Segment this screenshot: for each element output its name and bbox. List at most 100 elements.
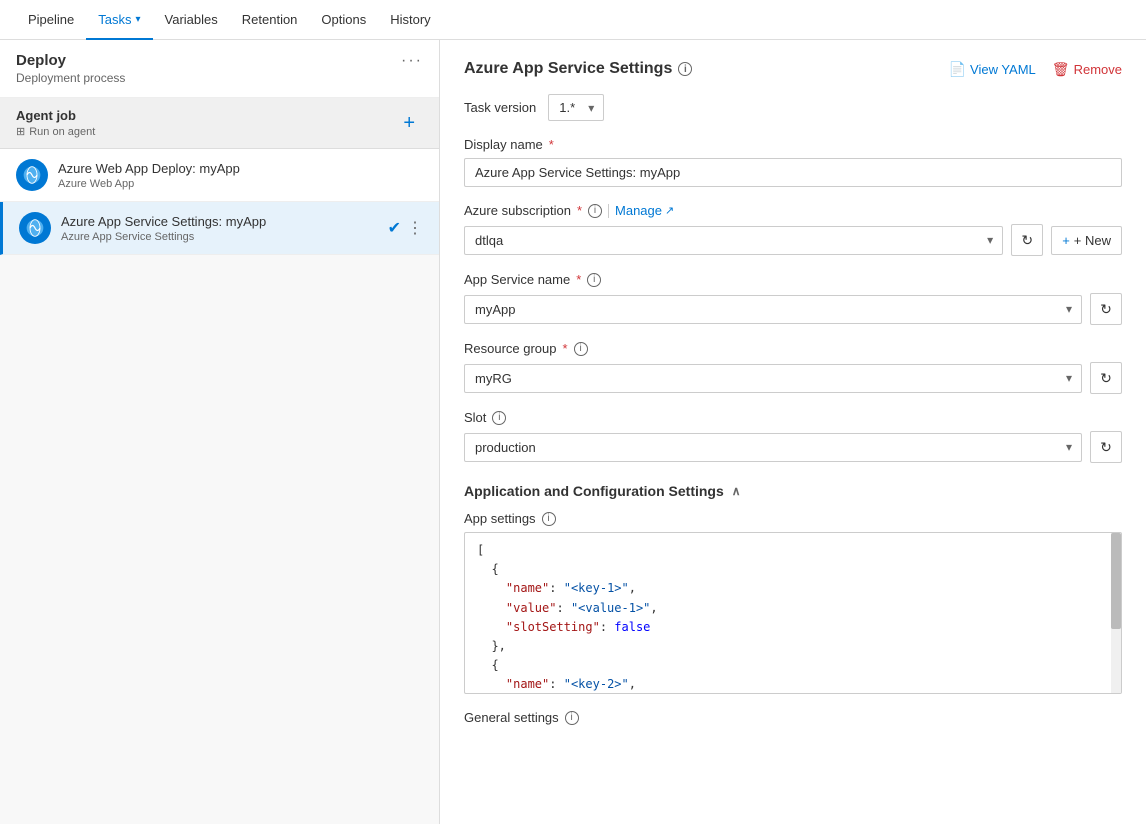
app-settings-info-icon[interactable]: i: [542, 512, 556, 526]
task2-title: Azure App Service Settings: myApp: [61, 214, 378, 229]
subscription-divider: [608, 204, 609, 218]
slot-select-wrapper: production ▾: [464, 433, 1082, 462]
code-editor-content: [ { "name": "<key-1>", "value": "<value-…: [465, 533, 1121, 693]
agent-job-title: Agent job: [16, 108, 95, 123]
task-item-app-service-settings[interactable]: Azure App Service Settings: myApp Azure …: [0, 202, 439, 255]
task-item-azure-web-app[interactable]: Azure Web App Deploy: myApp Azure Web Ap…: [0, 149, 439, 202]
app-service-info-icon[interactable]: i: [587, 273, 601, 287]
app-service-name-label: App Service name * i: [464, 272, 1122, 287]
subscription-refresh-button[interactable]: ↻: [1011, 224, 1043, 256]
app-settings-code-editor[interactable]: [ { "name": "<key-1>", "value": "<value-…: [464, 532, 1122, 694]
azure-settings-icon-svg: [25, 218, 45, 238]
deploy-header: Deploy Deployment process ···: [0, 40, 439, 98]
task2-menu-button[interactable]: ⋮: [407, 218, 423, 238]
deploy-subtitle: Deployment process: [16, 71, 125, 85]
code-editor-thumb[interactable]: [1111, 533, 1121, 629]
code-editor-scrollbar[interactable]: [1111, 533, 1121, 693]
app-service-select[interactable]: myApp: [464, 295, 1082, 324]
subscription-new-button[interactable]: + + New: [1051, 226, 1122, 255]
collapse-icon[interactable]: ∧: [732, 484, 741, 498]
general-settings-info-icon[interactable]: i: [565, 711, 579, 725]
task2-check-icon: ✔: [388, 218, 401, 238]
view-yaml-button[interactable]: 📄 View YAML: [949, 61, 1036, 78]
general-settings-label: General settings: [464, 710, 559, 725]
subscription-info-icon[interactable]: i: [588, 204, 602, 218]
slot-select[interactable]: production: [464, 433, 1082, 462]
app-service-settings-icon: [19, 212, 51, 244]
trash-icon: 🗑: [1052, 61, 1070, 78]
panel-actions: 📄 View YAML 🗑 Remove: [949, 61, 1122, 78]
app-service-required: *: [576, 272, 581, 287]
code-line-1: {: [477, 560, 1109, 579]
panel-header: Azure App Service Settings i 📄 View YAML…: [464, 60, 1122, 78]
azure-subscription-group: Azure subscription * i Manage ↗ dtlqa ▾: [464, 203, 1122, 256]
deploy-title: Deploy: [16, 52, 125, 69]
subscription-label-row: Azure subscription * i Manage ↗: [464, 203, 1122, 218]
tasks-dropdown-arrow: ▾: [136, 0, 141, 40]
task1-subtitle: Azure Web App: [58, 178, 423, 190]
panel-title: Azure App Service Settings i: [464, 60, 692, 78]
task-version-select-wrapper: 1.* ▾: [548, 94, 604, 121]
app-settings-label: App settings i: [464, 511, 1122, 526]
code-line-0: [: [477, 541, 1109, 560]
app-service-select-wrapper: myApp ▾: [464, 295, 1082, 324]
grid-icon: ⊞: [16, 125, 25, 138]
resource-group-select[interactable]: myRG: [464, 364, 1082, 393]
subscription-row: dtlqa ▾ ↻ + + New: [464, 224, 1122, 256]
resource-group-info-icon[interactable]: i: [574, 342, 588, 356]
task2-subtitle: Azure App Service Settings: [61, 231, 378, 243]
slot-refresh-button[interactable]: ↻: [1090, 431, 1122, 463]
display-name-group: Display name *: [464, 137, 1122, 187]
code-line-3: "value": "<value-1>",: [477, 599, 1109, 618]
task-version-row: Task version 1.* ▾: [464, 94, 1122, 121]
resource-group-refresh-button[interactable]: ↻: [1090, 362, 1122, 394]
app-settings-group: App settings i [ { "name": "<key-1>", "v…: [464, 511, 1122, 694]
task-version-label: Task version: [464, 100, 536, 115]
nav-options[interactable]: Options: [309, 0, 378, 40]
general-settings-row: General settings i: [464, 710, 1122, 725]
app-service-refresh-button[interactable]: ↻: [1090, 293, 1122, 325]
slot-label: Slot i: [464, 410, 1122, 425]
code-line-2: "name": "<key-1>",: [477, 579, 1109, 598]
slot-info-icon[interactable]: i: [492, 411, 506, 425]
remove-button[interactable]: 🗑 Remove: [1052, 61, 1122, 78]
display-name-input[interactable]: [464, 158, 1122, 187]
plus-icon: +: [1062, 233, 1070, 248]
resource-group-required: *: [563, 341, 568, 356]
left-panel: Deploy Deployment process ··· Agent job …: [0, 40, 440, 824]
agent-job-section: Agent job ⊞ Run on agent +: [0, 98, 439, 149]
yaml-icon: 📄: [949, 61, 966, 78]
display-name-label: Display name *: [464, 137, 1122, 152]
code-line-7: "name": "<key-2>",: [477, 675, 1109, 693]
external-link-icon: ↗: [665, 204, 674, 217]
panel-title-info-icon[interactable]: i: [678, 62, 692, 76]
display-name-required: *: [549, 137, 554, 152]
task1-title: Azure Web App Deploy: myApp: [58, 161, 423, 176]
manage-link[interactable]: Manage ↗: [615, 203, 674, 218]
nav-history[interactable]: History: [378, 0, 442, 40]
azure-web-app-icon: [16, 159, 48, 191]
subscription-required: *: [577, 203, 582, 218]
resource-group-row: myRG ▾ ↻: [464, 362, 1122, 394]
add-task-button[interactable]: +: [395, 110, 423, 137]
slot-group: Slot i production ▾ ↻: [464, 410, 1122, 463]
resource-group-select-wrapper: myRG ▾: [464, 364, 1082, 393]
code-line-6: {: [477, 656, 1109, 675]
app-service-name-group: App Service name * i myApp ▾ ↻: [464, 272, 1122, 325]
task-version-select[interactable]: 1.*: [548, 94, 604, 121]
deploy-menu-button[interactable]: ···: [401, 52, 423, 70]
nav-pipeline[interactable]: Pipeline: [16, 0, 86, 40]
nav-variables[interactable]: Variables: [153, 0, 230, 40]
app-service-row: myApp ▾ ↻: [464, 293, 1122, 325]
subscription-select-wrapper: dtlqa ▾: [464, 226, 1003, 255]
code-line-4: "slotSetting": false: [477, 618, 1109, 637]
azure-icon-svg: [22, 165, 42, 185]
resource-group-label: Resource group * i: [464, 341, 1122, 356]
app-config-section-header: Application and Configuration Settings ∧: [464, 479, 1122, 499]
resource-group-group: Resource group * i myRG ▾ ↻: [464, 341, 1122, 394]
right-panel: Azure App Service Settings i 📄 View YAML…: [440, 40, 1146, 824]
nav-tasks[interactable]: Tasks ▾: [86, 0, 152, 40]
subscription-select[interactable]: dtlqa: [464, 226, 1003, 255]
nav-retention[interactable]: Retention: [230, 0, 310, 40]
slot-row: production ▾ ↻: [464, 431, 1122, 463]
